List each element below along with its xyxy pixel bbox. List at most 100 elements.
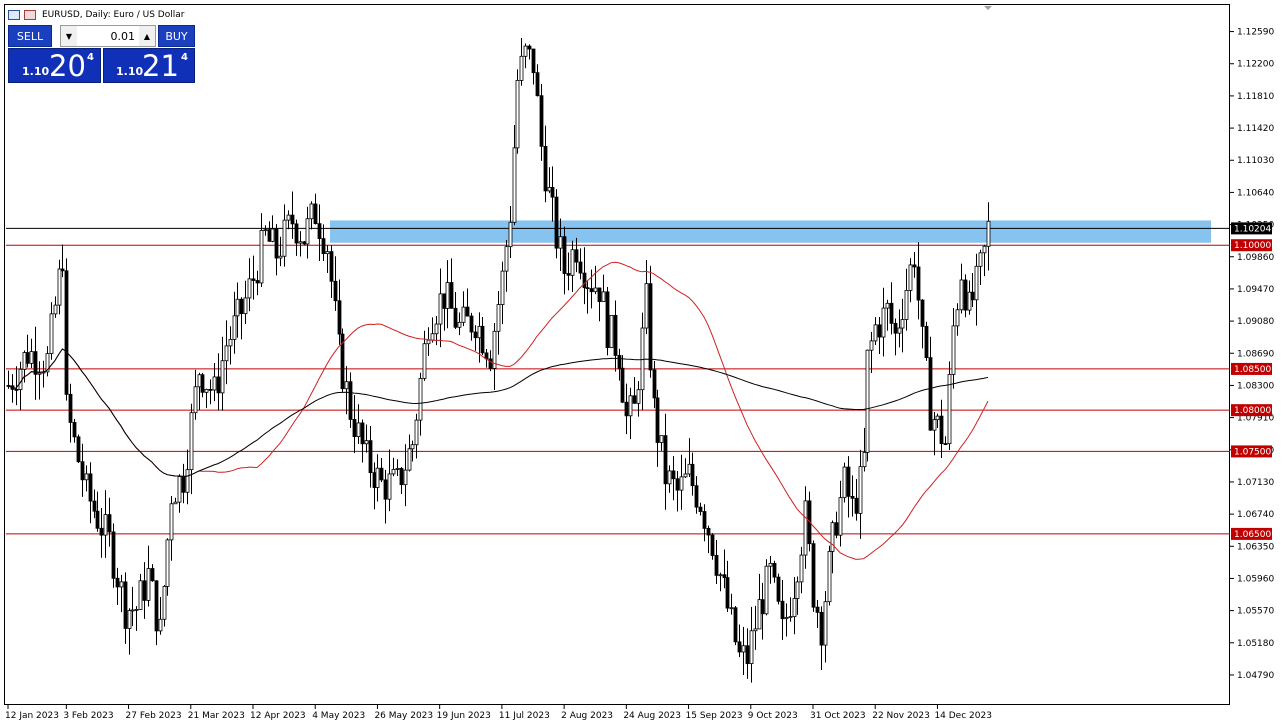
- candle: [842, 462, 847, 503]
- candle: [329, 245, 334, 298]
- candle: [512, 125, 517, 226]
- candle: [368, 425, 373, 488]
- candle: [924, 321, 929, 361]
- candle: [72, 418, 77, 443]
- candle-body: [181, 476, 186, 493]
- lot-size-stepper[interactable]: ▼ 0.01 ▲: [60, 25, 156, 47]
- candle: [659, 435, 664, 451]
- candle-body: [834, 522, 839, 536]
- template-icon[interactable]: [24, 10, 36, 20]
- candle-body: [414, 419, 419, 446]
- candle-body: [706, 527, 711, 536]
- candle-body: [270, 228, 275, 242]
- sell-price-box[interactable]: 1.10 20 4: [8, 48, 101, 83]
- candle-body: [593, 287, 598, 293]
- candle-body: [95, 510, 100, 529]
- candle-body: [881, 307, 886, 338]
- candle-body: [718, 574, 723, 577]
- candle-body: [523, 45, 528, 57]
- chart-window-icon[interactable]: [8, 10, 20, 20]
- buy-price-box[interactable]: 1.10 21 4: [103, 48, 195, 83]
- candle: [523, 43, 528, 69]
- candle-body: [710, 534, 715, 556]
- candle-body: [286, 214, 291, 221]
- y-tick-label: 1.11030: [1237, 156, 1274, 166]
- candle-body: [757, 599, 762, 630]
- candle: [776, 573, 781, 605]
- x-tick-label: 12 Jan 2023: [5, 711, 59, 721]
- candle-body: [399, 467, 404, 486]
- candle: [111, 523, 116, 588]
- candle: [200, 372, 205, 398]
- candle-body: [644, 283, 649, 329]
- candle-body: [527, 45, 532, 50]
- candle: [862, 427, 867, 472]
- y-tick-label: 1.12200: [1237, 60, 1274, 70]
- candle: [344, 366, 349, 415]
- candle: [889, 282, 894, 335]
- candle: [274, 224, 279, 276]
- sell-button[interactable]: SELL: [8, 25, 52, 47]
- candle-body: [803, 500, 808, 556]
- candle-body: [169, 503, 174, 541]
- candle: [893, 318, 898, 356]
- candle: [239, 297, 244, 340]
- candle: [854, 478, 859, 521]
- y-tick-label: 1.04790: [1237, 671, 1274, 681]
- candle-body: [772, 562, 777, 578]
- candle-body: [624, 401, 629, 417]
- lot-decrease-icon[interactable]: ▼: [61, 26, 77, 46]
- candle-body: [263, 229, 268, 232]
- candle: [722, 549, 727, 589]
- level-price-tag-label: 1.08000: [1234, 406, 1271, 416]
- candle-body: [259, 230, 264, 284]
- candle-body: [585, 287, 590, 290]
- candle-body: [224, 345, 229, 362]
- candle: [729, 593, 734, 615]
- candle-body: [92, 500, 97, 512]
- candle-body: [49, 313, 54, 354]
- candle: [986, 202, 991, 271]
- candle-body: [854, 497, 859, 514]
- candle-body: [57, 268, 62, 306]
- level-price-tag-label: 1.10000: [1234, 241, 1271, 251]
- lot-size-input[interactable]: 0.01: [77, 30, 139, 43]
- candle-body: [838, 497, 843, 536]
- candle: [197, 372, 202, 411]
- candle-body: [578, 261, 583, 274]
- candle-body: [908, 264, 913, 291]
- candle: [10, 374, 15, 403]
- lot-increase-icon[interactable]: ▲: [139, 26, 155, 46]
- candle: [45, 346, 50, 377]
- candle-body: [862, 451, 867, 468]
- candle: [352, 395, 357, 453]
- candle: [465, 288, 470, 317]
- buy-button[interactable]: BUY: [158, 25, 195, 47]
- candle: [605, 287, 610, 356]
- candle-body: [282, 219, 287, 257]
- candle-body: [652, 369, 657, 399]
- candle-body: [274, 228, 279, 259]
- candle: [395, 459, 400, 476]
- candle-body: [725, 577, 730, 609]
- candle-body: [632, 395, 637, 404]
- candle: [838, 480, 843, 547]
- candle-body: [823, 601, 828, 646]
- candle: [500, 261, 505, 325]
- candle: [438, 268, 443, 348]
- candle: [348, 372, 353, 428]
- candle: [698, 502, 703, 516]
- candle-body: [897, 327, 902, 334]
- candle-body: [298, 241, 303, 244]
- candle: [714, 539, 719, 585]
- candle: [430, 317, 435, 343]
- candle-body: [904, 290, 909, 320]
- slow-moving-average: [7, 348, 989, 477]
- candle: [593, 265, 598, 295]
- candle-body: [690, 463, 695, 487]
- candle-body: [53, 304, 58, 315]
- candle: [959, 263, 964, 314]
- candle: [970, 273, 975, 308]
- x-tick-label: 27 Feb 2023: [126, 711, 182, 721]
- candle-body: [543, 145, 548, 192]
